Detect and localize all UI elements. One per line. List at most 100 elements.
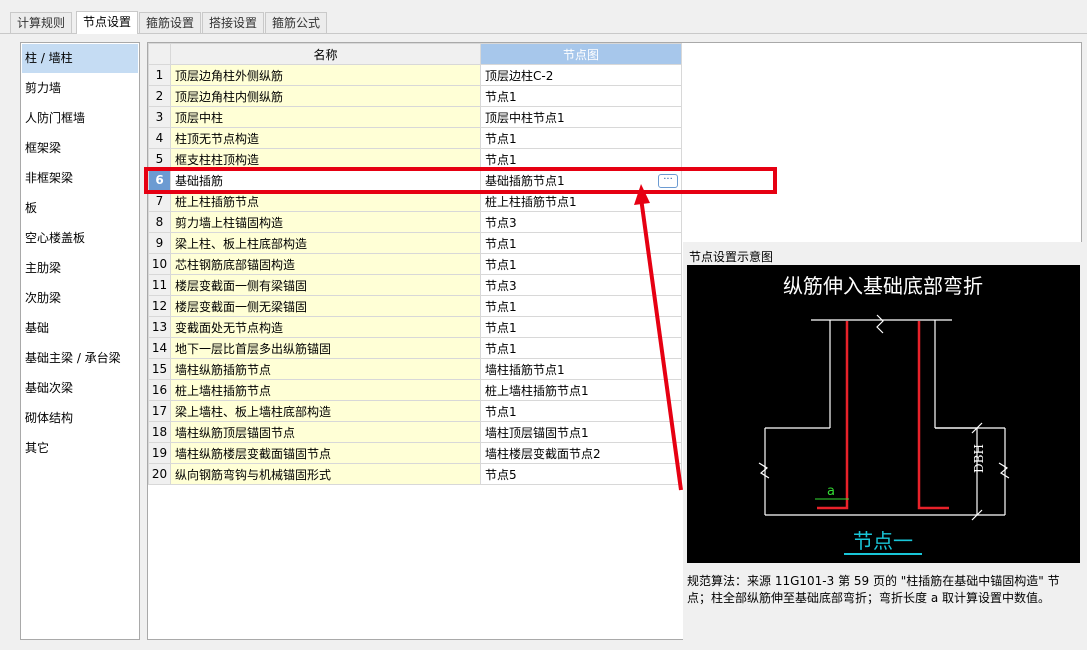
component-type-list: 柱 / 墙柱 剪力墙 人防门框墙 框架梁 非框架梁板空心楼盖板 主肋梁 次肋梁 基础 基础主梁 … (20, 42, 140, 640)
tab-bar: 计算规则 节点设置 箍筋设置 搭接设置 箍筋公式 (0, 0, 1087, 35)
node-diagram-panel: 节点设置示意图 纵筋伸入基础底部弯折 DBH a 节点一 规范算法：来源 11G… (683, 242, 1082, 640)
row-number: 18 (148, 421, 171, 443)
row-node-cell[interactable]: 节点5 (480, 463, 682, 485)
nav-item[interactable]: 柱 / 墙柱 (22, 44, 138, 73)
row-name-cell[interactable]: 顶层边角柱外侧纵筋 (170, 64, 481, 86)
row-name-cell[interactable]: 纵向钢筋弯钩与机械锚固形式 (170, 463, 481, 485)
table-row[interactable]: 9 梁上柱、板上柱底部构造 节点1 (148, 232, 682, 254)
table-row[interactable]: 19 墙柱纵筋楼层变截面锚固节点 墙柱楼层变截面节点2 (148, 442, 682, 464)
row-node-cell[interactable]: 节点1 (480, 127, 682, 149)
row-node-cell[interactable]: 桩上墙柱插筋节点1 (480, 379, 682, 401)
row-number: 3 (148, 106, 171, 128)
dbh-label: DBH (972, 444, 986, 473)
nav-item[interactable]: 砌体结构 (21, 403, 139, 433)
highlight-box (144, 167, 777, 194)
row-name-cell[interactable]: 楼层变截面一侧有梁锚固 (170, 274, 481, 296)
row-name-cell[interactable]: 地下一层比首层多出纵筋锚固 (170, 337, 481, 359)
row-number: 14 (148, 337, 171, 359)
table-row[interactable]: 17 梁上墙柱、板上墙柱底部构造 节点1 (148, 400, 682, 422)
row-node-cell[interactable]: 节点3 (480, 274, 682, 296)
row-number: 13 (148, 316, 171, 338)
row-node-cell[interactable]: 节点1 (480, 400, 682, 422)
table-row[interactable]: 2 顶层边角柱内侧纵筋 节点1 (148, 85, 682, 107)
table-row[interactable]: 8 剪力墙上柱锚固构造 节点3 (148, 211, 682, 233)
row-name-cell[interactable]: 墙柱纵筋楼层变截面锚固节点 (170, 442, 481, 464)
node-settings-table: 名称 节点图 1 顶层边角柱外侧纵筋 顶层边柱C-2 2 顶层边角柱内侧纵筋 节点1 3 顶层… (148, 43, 682, 485)
table-row[interactable]: 18 墙柱纵筋顶层锚固节点 墙柱顶层锚固节点1 (148, 421, 682, 443)
nav-item[interactable]: 剪力墙 (21, 73, 139, 103)
tab-stirrup-settings[interactable]: 箍筋设置 (139, 12, 202, 33)
diagram-description: 规范算法：来源 11G101-3 第 59 页的 "柱插筋在基础中锚固构造" 节… (687, 574, 1060, 605)
row-node-cell[interactable]: 节点1 (480, 316, 682, 338)
row-number: 4 (148, 127, 171, 149)
row-node-cell[interactable]: 节点1 (480, 85, 682, 107)
row-number: 15 (148, 358, 171, 380)
tab-calc-rules[interactable]: 计算规则 (10, 12, 73, 33)
nav-item[interactable]: 次肋梁 (21, 283, 139, 313)
table-row[interactable]: 14 地下一层比首层多出纵筋锚固 节点1 (148, 337, 682, 359)
row-node-cell[interactable]: 墙柱顶层锚固节点1 (480, 421, 682, 443)
table-row[interactable]: 3 顶层中柱 顶层中柱节点1 (148, 106, 682, 128)
table-row[interactable]: 16 桩上墙柱插筋节点 桩上墙柱插筋节点1 (148, 379, 682, 401)
nav-item[interactable]: 基础次梁 (21, 373, 139, 403)
column-header-node[interactable]: 节点图 (480, 43, 682, 65)
table-row[interactable]: 11 楼层变截面一侧有梁锚固 节点3 (148, 274, 682, 296)
row-name-cell[interactable]: 剪力墙上柱锚固构造 (170, 211, 481, 233)
row-node-cell[interactable]: 节点1 (480, 295, 682, 317)
row-number-header (148, 43, 171, 65)
row-number: 20 (148, 463, 171, 485)
row-node-cell[interactable]: 节点1 (480, 253, 682, 275)
row-name-cell[interactable]: 柱顶无节点构造 (170, 127, 481, 149)
nav-item[interactable]: 其它 (21, 433, 139, 463)
row-name-cell[interactable]: 墙柱纵筋插筋节点 (170, 358, 481, 380)
column-header-name[interactable]: 名称 (170, 43, 481, 65)
tab-stirrup-formula[interactable]: 箍筋公式 (265, 12, 328, 33)
nav-item[interactable]: 主肋梁 (21, 253, 139, 283)
row-number: 1 (148, 64, 171, 86)
row-number: 10 (148, 253, 171, 275)
row-node-cell[interactable]: 顶层边柱C-2 (480, 64, 682, 86)
a-label: a (827, 484, 835, 499)
row-name-cell[interactable]: 梁上墙柱、板上墙柱底部构造 (170, 400, 481, 422)
table-row[interactable]: 12 楼层变截面一侧无梁锚固 节点1 (148, 295, 682, 317)
row-name-cell[interactable]: 墙柱纵筋顶层锚固节点 (170, 421, 481, 443)
nav-item[interactable]: 空心楼盖板 (21, 223, 139, 253)
node-diagram-image: 纵筋伸入基础底部弯折 DBH a 节点一 (687, 265, 1080, 563)
row-node-cell[interactable]: 墙柱插筋节点1 (480, 358, 682, 380)
row-node-cell[interactable]: 墙柱楼层变截面节点2 (480, 442, 682, 464)
table-row[interactable]: 15 墙柱纵筋插筋节点 墙柱插筋节点1 (148, 358, 682, 380)
row-name-cell[interactable]: 顶层边角柱内侧纵筋 (170, 85, 481, 107)
table-row[interactable]: 20 纵向钢筋弯钩与机械锚固形式 节点5 (148, 463, 682, 485)
tab-lap-settings[interactable]: 搭接设置 (202, 12, 265, 33)
row-number: 12 (148, 295, 171, 317)
diagram-panel-title: 节点设置示意图 (689, 250, 774, 264)
nav-item[interactable]: 人防门框墙 (21, 103, 139, 133)
row-number: 16 (148, 379, 171, 401)
row-name-cell[interactable]: 楼层变截面一侧无梁锚固 (170, 295, 481, 317)
row-node-cell[interactable]: 节点1 (480, 232, 682, 254)
table-row[interactable]: 13 变截面处无节点构造 节点1 (148, 316, 682, 338)
row-node-cell[interactable]: 顶层中柱节点1 (480, 106, 682, 128)
row-number: 2 (148, 85, 171, 107)
row-number: 9 (148, 232, 171, 254)
table-row[interactable]: 1 顶层边角柱外侧纵筋 顶层边柱C-2 (148, 64, 682, 86)
row-number: 19 (148, 442, 171, 464)
row-name-cell[interactable]: 变截面处无节点构造 (170, 316, 481, 338)
table-row[interactable]: 10 芯柱钢筋底部锚固构造 节点1 (148, 253, 682, 275)
row-node-cell[interactable]: 节点3 (480, 211, 682, 233)
node-label: 节点一 (853, 529, 913, 553)
row-number: 17 (148, 400, 171, 422)
table-row[interactable]: 4 柱顶无节点构造 节点1 (148, 127, 682, 149)
nav-item[interactable]: 框架梁 (21, 133, 139, 163)
tab-node-settings[interactable]: 节点设置 (76, 11, 139, 34)
nav-item[interactable]: 板 (21, 193, 139, 223)
row-name-cell[interactable]: 桩上墙柱插筋节点 (170, 379, 481, 401)
row-node-cell[interactable]: 节点1 (480, 337, 682, 359)
nav-item[interactable]: 基础主梁 / 承台梁 (21, 343, 139, 373)
row-name-cell[interactable]: 芯柱钢筋底部锚固构造 (170, 253, 481, 275)
nav-item[interactable]: 基础 (21, 313, 139, 343)
nav-item[interactable]: 非框架梁 (21, 163, 139, 193)
diagram-heading: 纵筋伸入基础底部弯折 (783, 274, 983, 298)
row-name-cell[interactable]: 顶层中柱 (170, 106, 481, 128)
row-name-cell[interactable]: 梁上柱、板上柱底部构造 (170, 232, 481, 254)
